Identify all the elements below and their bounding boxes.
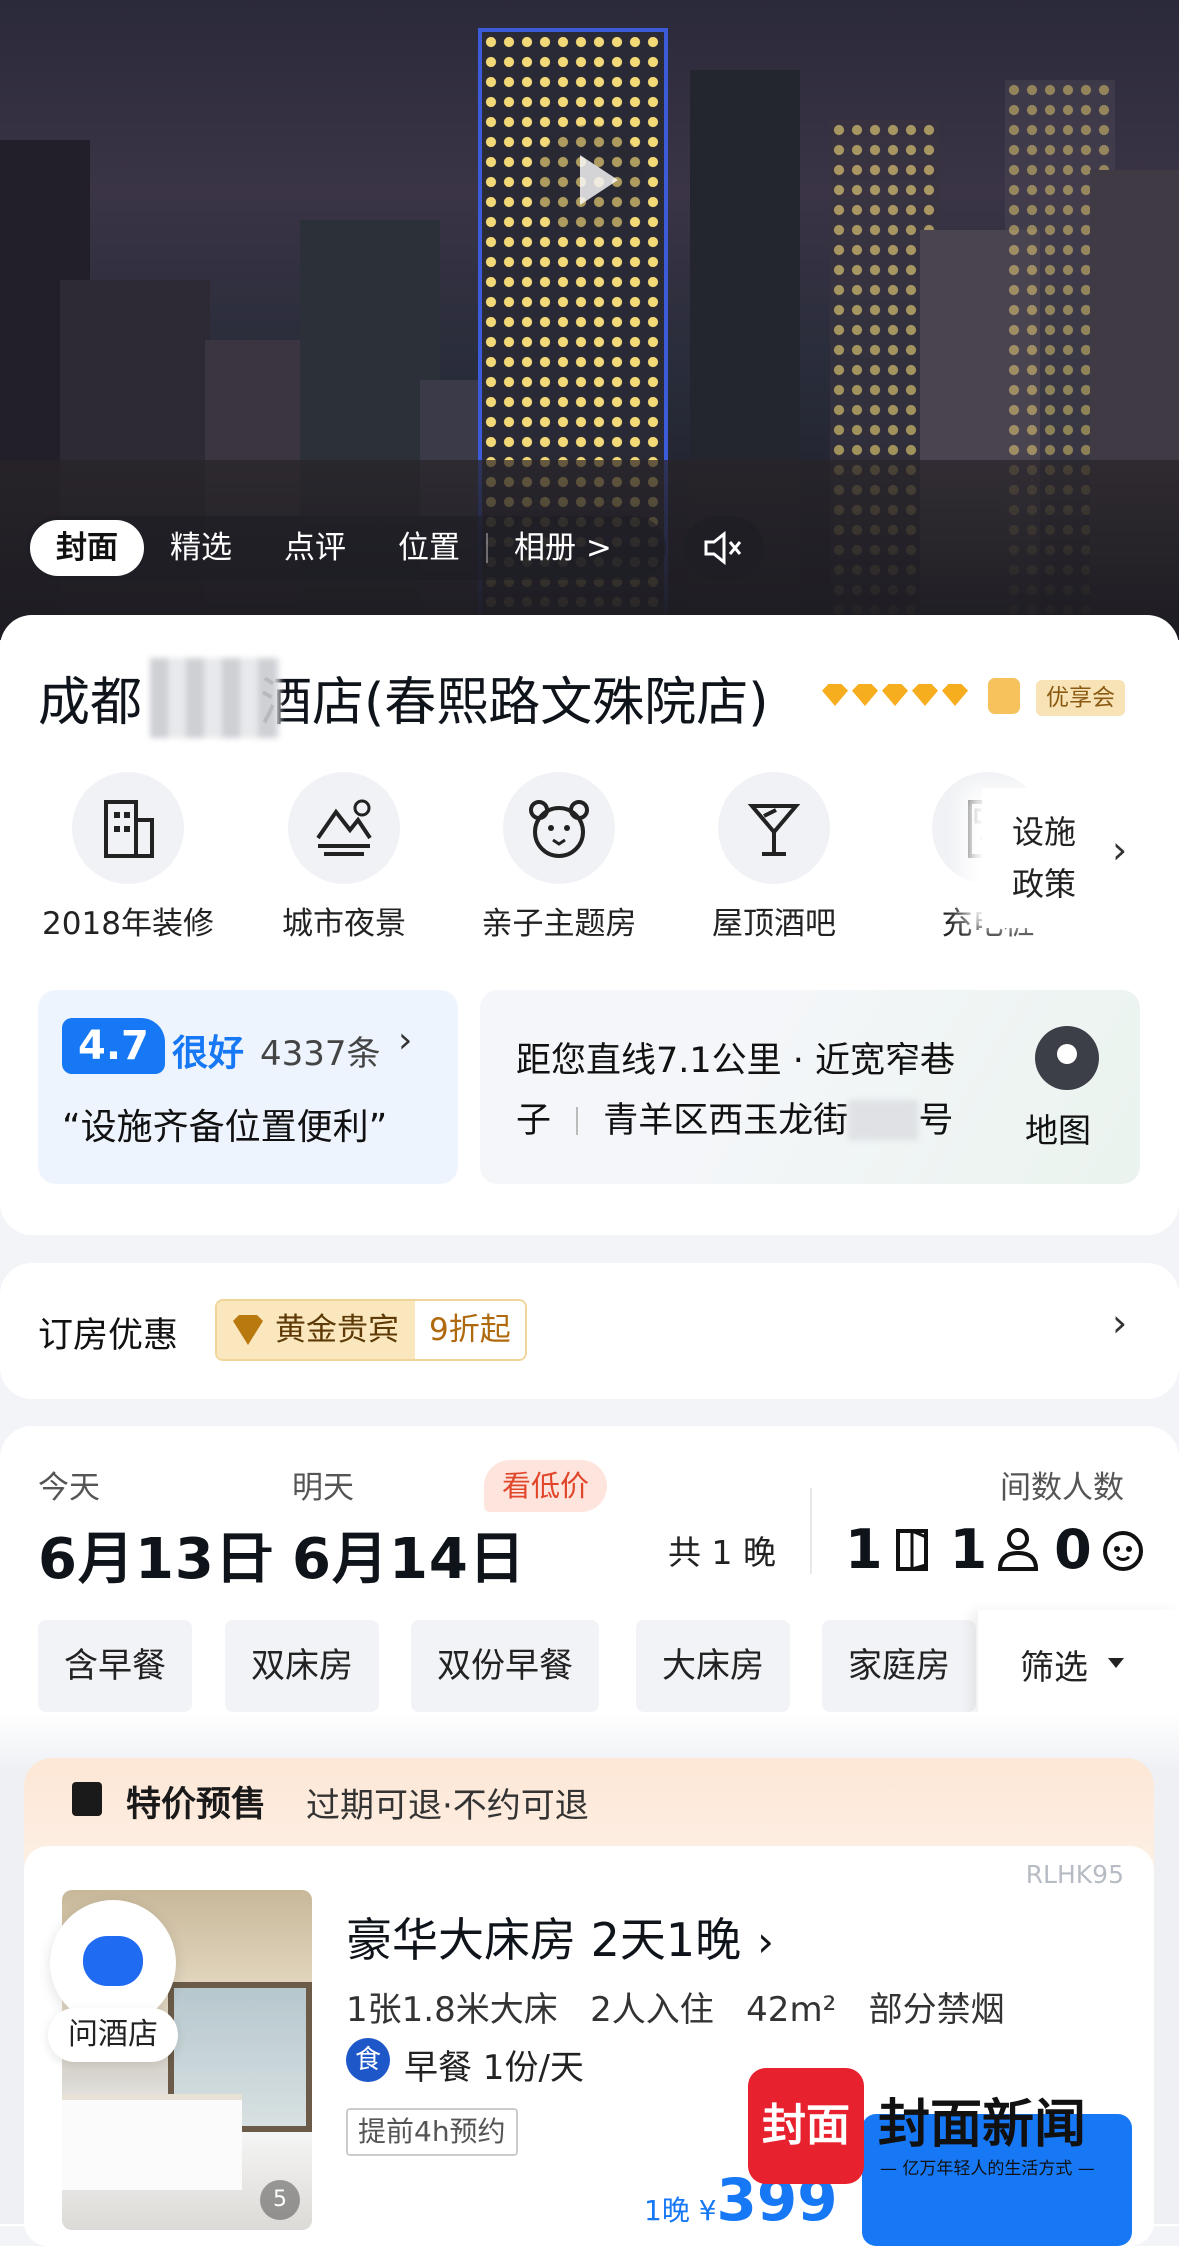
promo-label: 订房优惠 bbox=[38, 1316, 179, 1356]
watermark-name: 封面新闻 bbox=[878, 2094, 1087, 2155]
speaker-muted-icon bbox=[704, 530, 742, 566]
dropdown-caret-icon bbox=[1108, 1658, 1124, 1668]
filter-chip-breakfast[interactable]: 含早餐 bbox=[38, 1620, 192, 1712]
divider bbox=[810, 1488, 812, 1574]
filter-chip-double-breakfast[interactable]: 双份早餐 bbox=[411, 1620, 599, 1712]
meal-info: 早餐 1份/天 bbox=[404, 2048, 584, 2088]
facility-family-room[interactable]: 亲子主题房 bbox=[464, 772, 654, 943]
ask-hotel-button[interactable]: 问酒店 bbox=[48, 1900, 178, 2080]
filter-button[interactable]: 筛选 bbox=[978, 1610, 1179, 1722]
location-panel[interactable]: 距您直线7.1公里 · 近宽窄巷 子 青羊区西玉龙街号 地图 bbox=[480, 990, 1140, 1184]
filter-chip-king[interactable]: 大床房 bbox=[636, 1620, 790, 1712]
rating-level: 很好 bbox=[172, 1033, 245, 1074]
review-quote: “设施齐备位置便利” bbox=[62, 1107, 388, 1148]
cocktail-icon bbox=[747, 804, 801, 856]
checkin-date[interactable]: 6月13日 bbox=[38, 1514, 272, 1595]
room-code: RLHK95 bbox=[1025, 1860, 1124, 1889]
tab-cover[interactable]: 封面 bbox=[30, 520, 144, 576]
rating-score: 4.7 bbox=[62, 1018, 165, 1074]
nights-count: 共 1 晚 bbox=[668, 1533, 776, 1572]
presale-title: 特价预售 bbox=[126, 1785, 267, 1825]
advance-booking-tag: 提前4h预约 bbox=[346, 2108, 518, 2156]
tab-album[interactable]: 相册 > bbox=[488, 520, 638, 576]
checkout-date[interactable]: 6月14日 bbox=[292, 1514, 526, 1595]
bed-image bbox=[62, 2100, 242, 2190]
date-dash: - bbox=[254, 1514, 276, 1579]
diamond-star-icon bbox=[942, 684, 968, 706]
vip-diamond-icon bbox=[233, 1315, 263, 1345]
filter-chip-twin[interactable]: 双床房 bbox=[225, 1620, 379, 1712]
checkout-label: 明天 bbox=[292, 1470, 354, 1506]
diamond-star-icon bbox=[912, 684, 938, 706]
chat-bubble-icon bbox=[83, 1936, 143, 1986]
redacted-blur bbox=[150, 658, 280, 738]
watermark-logo: 封面 bbox=[748, 2068, 864, 2184]
building-icon bbox=[104, 800, 154, 858]
media-tabs: 封面 精选 点评 位置 相册 > bbox=[26, 516, 666, 580]
news-watermark: 封面 封面新闻 — 亿万年轻人的生活方式 — bbox=[746, 2068, 1146, 2224]
review-count: 4337条 bbox=[260, 1034, 381, 1074]
facility-policy-link[interactable]: 设施 政策 › bbox=[982, 788, 1179, 928]
discount-tag-icon bbox=[72, 1782, 102, 1816]
room-specs: 1张1.8米大床 2人入住 42m² 部分禁烟 bbox=[346, 1990, 1005, 2030]
checkin-label: 今天 bbox=[38, 1470, 100, 1506]
tab-reviews[interactable]: 点评 bbox=[258, 520, 372, 576]
adult-person-icon bbox=[998, 1528, 1039, 1571]
thumbs-up-icon bbox=[988, 678, 1020, 714]
facility-rooftop-bar[interactable]: 屋顶酒吧 bbox=[679, 772, 869, 943]
presale-terms: 过期可退·不约可退 bbox=[306, 1786, 589, 1826]
room-door-icon bbox=[895, 1528, 928, 1571]
night-view-icon bbox=[316, 799, 372, 856]
hotel-name: 成都 酒店(春熙路文殊院店) bbox=[38, 673, 769, 733]
gold-member-badge: 黄金贵宾 9折起 bbox=[215, 1299, 527, 1361]
low-price-tag[interactable]: 看低价 bbox=[484, 1460, 608, 1512]
chevron-right-icon: › bbox=[1112, 828, 1128, 872]
rating-panel[interactable]: 4.7 很好 4337条 › “设施齐备位置便利” bbox=[38, 990, 458, 1184]
rooms-people-label: 间数人数 bbox=[1000, 1470, 1124, 1506]
chevron-right-icon: › bbox=[398, 1020, 413, 1061]
tab-featured[interactable]: 精选 bbox=[144, 520, 258, 576]
mute-button[interactable] bbox=[684, 516, 764, 580]
booking-discount-bar[interactable]: 订房优惠 黄金贵宾 9折起 › bbox=[0, 1263, 1179, 1399]
child-face-icon bbox=[1102, 1531, 1143, 1571]
photo-count: 5 bbox=[260, 2180, 300, 2220]
facility-renovation[interactable]: 2018年装修 bbox=[33, 772, 223, 943]
guest-selector[interactable]: 1 1 0 bbox=[845, 1514, 1147, 1584]
bear-icon bbox=[529, 800, 589, 858]
distance-text: 距您直线7.1公里 · 近宽窄巷 bbox=[516, 1041, 956, 1081]
diamond-star-icon bbox=[822, 684, 848, 706]
facility-night-view[interactable]: 城市夜景 bbox=[249, 772, 439, 943]
membership-badge: 优享会 bbox=[1036, 680, 1125, 716]
address-text: 子 青羊区西玉龙街号 bbox=[516, 1100, 954, 1141]
filter-chip-family[interactable]: 家庭房 bbox=[822, 1620, 976, 1712]
diamond-star-icon bbox=[852, 684, 878, 706]
hotel-star-rating bbox=[822, 684, 968, 706]
play-video-icon[interactable] bbox=[535, 125, 645, 235]
map-label: 地图 bbox=[1025, 1111, 1091, 1150]
watermark-slogan: — 亿万年轻人的生活方式 — bbox=[880, 2159, 1095, 2179]
room-title: 豪华大床房 2天1晚 › bbox=[346, 1913, 774, 1967]
chevron-right-icon: › bbox=[757, 1917, 774, 1966]
meal-badge-icon: 食 bbox=[346, 2038, 390, 2082]
map-pin-icon bbox=[1035, 1026, 1099, 1090]
tab-location[interactable]: 位置 bbox=[372, 520, 486, 576]
chevron-right-icon: › bbox=[1112, 1301, 1128, 1345]
diamond-star-icon bbox=[882, 684, 908, 706]
